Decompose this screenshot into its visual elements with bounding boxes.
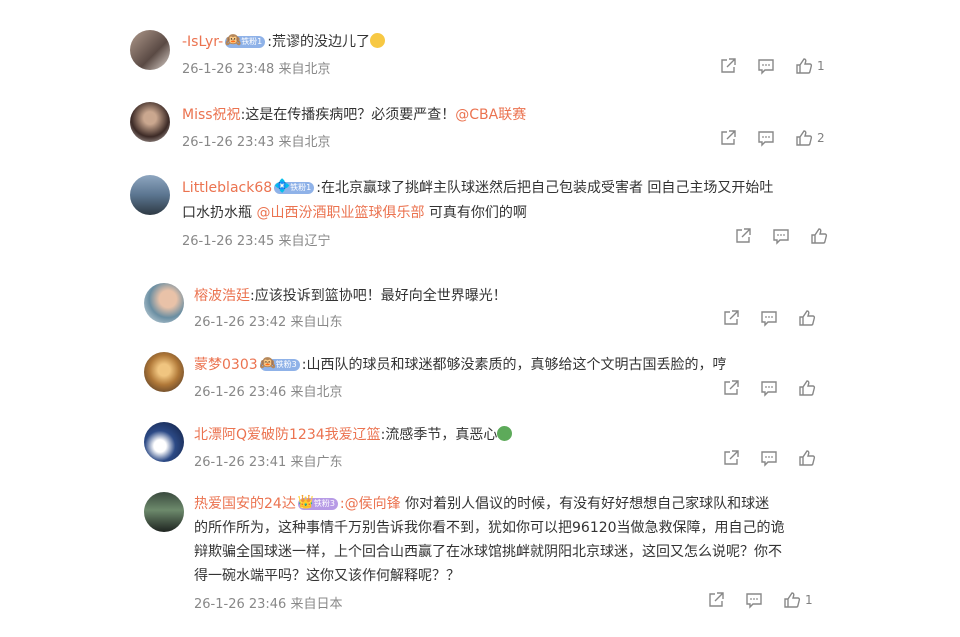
reply-button[interactable] — [753, 128, 779, 148]
comment-icon — [761, 381, 777, 397]
share-button[interactable] — [718, 308, 744, 328]
comment-text: 的所作所为，这种事情千万别告诉我你看不到，犹如你可以把96120当做急救保障，用… — [194, 520, 785, 536]
like-button[interactable] — [794, 378, 820, 398]
like-icon — [799, 380, 816, 396]
like-count: 2 — [817, 131, 825, 145]
comment-icon — [758, 131, 774, 147]
reply-button[interactable] — [768, 226, 794, 246]
comment-text: :在北京赢球了挑衅主队球迷然后把自己包装成受害者 回自己主场又开始吐 — [316, 180, 774, 196]
comment-meta: 26-1-26 23:41 来自广东 — [194, 455, 343, 470]
username[interactable]: 北漂阿Q爱破防1234我爱辽篮 — [194, 427, 381, 443]
like-count: 1 — [817, 59, 825, 73]
avatar[interactable] — [144, 492, 184, 532]
username[interactable]: Littleblack68 — [182, 180, 272, 196]
avatar[interactable] — [130, 30, 170, 70]
share-button[interactable] — [703, 590, 729, 610]
share-icon — [721, 58, 736, 73]
share-icon — [724, 380, 739, 395]
comment-text: 口水扔水瓶 — [182, 205, 257, 221]
comment-icon — [773, 229, 789, 245]
like-button[interactable] — [794, 308, 820, 328]
share-button[interactable] — [715, 128, 741, 148]
username[interactable]: 热爱国安的24达 — [194, 496, 296, 512]
comment-text: :应该投诉到篮协吧！最好向全世界曝光！ — [250, 288, 507, 304]
fan-badge: 💠 铁粉1 — [274, 179, 315, 194]
share-icon — [721, 130, 736, 145]
comment-text: 辩欺骗全国球迷一样，上个回合山西赢了在冰球馆挑衅就阴阳北京球迷，这回又怎么说呢？… — [194, 544, 782, 560]
share-icon — [709, 592, 724, 607]
sick-emoji-icon — [497, 426, 513, 441]
like-button[interactable] — [806, 226, 832, 246]
reply-button[interactable] — [753, 56, 779, 76]
comment-text: :这是在传播疾病吧？必须要严查！ — [240, 107, 456, 123]
like-button[interactable] — [779, 590, 805, 610]
reply-button[interactable] — [756, 308, 782, 328]
comment-icon — [746, 593, 762, 609]
fan-badge: 🙉 铁粉1 — [225, 33, 266, 48]
avatar[interactable] — [130, 102, 170, 142]
like-button[interactable] — [791, 128, 817, 148]
share-button[interactable] — [718, 448, 744, 468]
comment-meta: 26-1-26 23:46 来自北京 — [194, 385, 343, 400]
like-button[interactable] — [794, 448, 820, 468]
comment-meta: 26-1-26 23:46 来自日本 — [194, 597, 343, 612]
fan-badge-icon: 🙉 — [225, 33, 242, 48]
comment-text: :流感季节，真恶心 — [380, 427, 498, 443]
username[interactable]: 蒙梦0303 — [194, 357, 258, 373]
share-button[interactable] — [730, 226, 756, 246]
avatar[interactable] — [130, 175, 170, 215]
username[interactable]: 榕波浩廷 — [194, 288, 250, 304]
comment-meta: 26-1-26 23:43 来自北京 — [182, 135, 331, 150]
comment-text: 你对着别人倡议的时候，有没有好好想想自己家球队和球迷 — [400, 496, 770, 512]
comment-icon — [761, 311, 777, 327]
comment-text: 得一碗水端平吗？这你又该作何解释呢？？ — [194, 568, 460, 584]
reply-button[interactable] — [741, 590, 767, 610]
smile-emoji-icon — [370, 33, 385, 48]
mention-link[interactable]: :@侯向锋 — [340, 496, 401, 512]
share-button[interactable] — [715, 56, 741, 76]
like-icon — [811, 228, 828, 244]
badge-label: 铁粉3 — [313, 499, 335, 508]
avatar[interactable] — [144, 352, 184, 392]
like-icon — [784, 592, 801, 608]
like-icon — [796, 58, 813, 74]
badge-label: 铁粉1 — [241, 37, 263, 46]
like-count: 1 — [805, 593, 813, 607]
comment-text: :荒谬的没边儿了 — [267, 34, 370, 50]
mention-link[interactable]: @CBA联赛 — [455, 107, 526, 123]
comment-meta: 26-1-26 23:48 来自北京 — [182, 62, 331, 77]
comment-icon — [761, 451, 777, 467]
username[interactable]: Miss祝祝 — [182, 107, 241, 123]
fan-badge: 🙉 铁粉3 — [259, 356, 300, 371]
reply-button[interactable] — [756, 378, 782, 398]
comment-text: :山西队的球员和球迷都够没素质的，真够给这个文明古国丢脸的，哼 — [301, 357, 727, 373]
mention-link[interactable]: @山西汾酒职业篮球俱乐部 — [256, 205, 424, 221]
fan-badge-icon: 🙉 — [259, 356, 276, 371]
comment-meta: 26-1-26 23:42 来自山东 — [194, 315, 343, 330]
like-icon — [799, 310, 816, 326]
like-button[interactable] — [791, 56, 817, 76]
username[interactable]: -IsLyr- — [182, 34, 223, 50]
fan-badge: 👑 铁粉3 — [297, 495, 338, 510]
crown-icon: 👑 — [297, 495, 315, 510]
like-icon — [799, 450, 816, 466]
share-icon — [736, 228, 751, 243]
comment-meta: 26-1-26 23:45 来自辽宁 — [182, 234, 331, 249]
reply-button[interactable] — [756, 448, 782, 468]
comment-icon — [758, 59, 774, 75]
fan-badge-icon: 💠 — [274, 179, 291, 194]
comment-text: 可真有你们的啊 — [424, 205, 527, 221]
avatar[interactable] — [144, 283, 184, 323]
badge-label: 铁粉1 — [290, 183, 312, 192]
share-icon — [724, 310, 739, 325]
share-button[interactable] — [718, 378, 744, 398]
like-icon — [796, 130, 813, 146]
share-icon — [724, 450, 739, 465]
avatar[interactable] — [144, 422, 184, 462]
badge-label: 铁粉3 — [275, 360, 297, 369]
